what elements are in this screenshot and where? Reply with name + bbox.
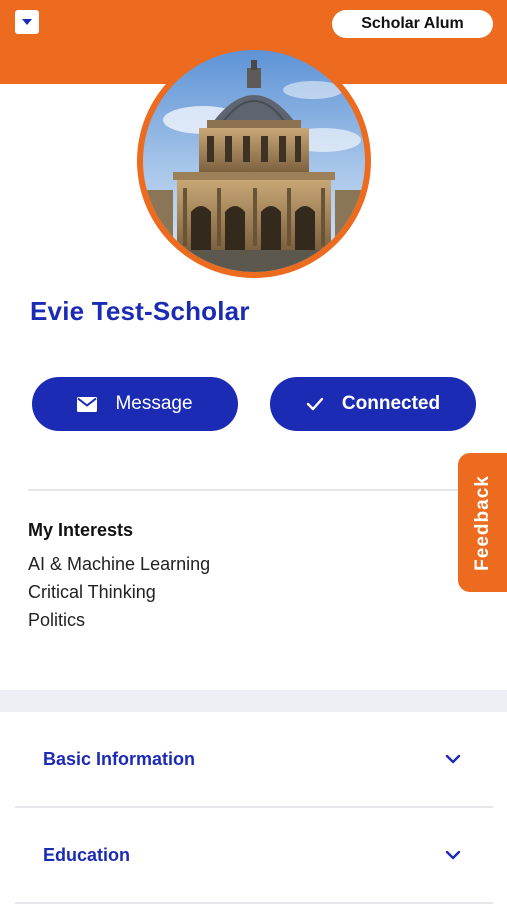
divider	[28, 489, 458, 491]
interests-heading: My Interests	[28, 520, 134, 540]
menu-toggle-button[interactable]	[15, 10, 39, 34]
section-separator	[0, 690, 507, 712]
section-label: Education	[43, 844, 131, 865]
section-education[interactable]: Education	[15, 808, 493, 904]
caret-down-icon	[22, 19, 32, 25]
feedback-tab-label: Feedback	[471, 474, 493, 571]
interest-item: Critical Thinking	[28, 582, 156, 602]
section-label: Basic Information	[43, 748, 196, 769]
interest-item: AI & Machine Learning	[28, 554, 211, 574]
status-badge: Scholar Alum	[332, 10, 493, 38]
connected-button-label: Connected	[341, 393, 441, 414]
check-icon	[306, 397, 324, 411]
feedback-tab[interactable]: Feedback	[458, 453, 507, 592]
message-button[interactable]: Message	[32, 377, 238, 431]
section-basic-information[interactable]: Basic Information	[15, 712, 493, 808]
profile-name: Evie Test-Scholar	[30, 296, 250, 326]
envelope-icon	[77, 396, 98, 412]
chevron-down-icon	[445, 754, 461, 764]
connected-button[interactable]: Connected	[270, 377, 476, 431]
avatar	[137, 44, 371, 278]
interest-item: Politics	[28, 610, 86, 630]
chevron-down-icon	[445, 850, 461, 860]
message-button-label: Message	[115, 393, 193, 414]
profile-photo	[143, 50, 365, 272]
